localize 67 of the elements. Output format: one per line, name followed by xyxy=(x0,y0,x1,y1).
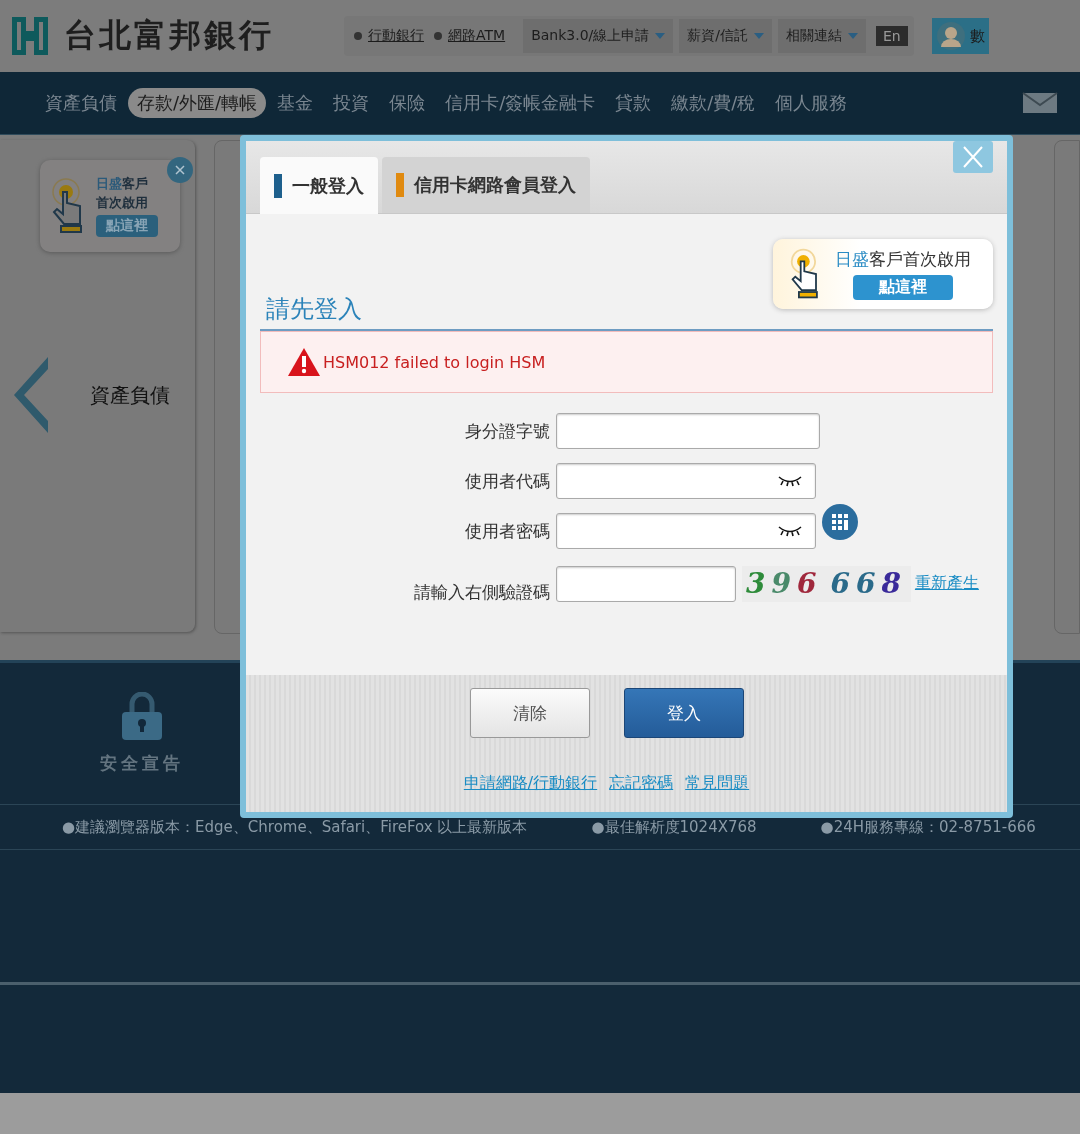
caret-icon xyxy=(754,33,764,39)
nav-item[interactable]: 貸款 xyxy=(606,88,661,118)
captcha-input[interactable] xyxy=(556,565,736,602)
nav-item[interactable]: 繳款/費/稅 xyxy=(662,88,765,118)
account-button[interactable]: 數 xyxy=(931,18,989,54)
caret-icon xyxy=(848,33,858,39)
header-dropdown[interactable]: 薪資/信託 xyxy=(679,19,772,53)
nav-item[interactable]: 存款/外匯/轉帳 xyxy=(128,88,267,118)
nav-item[interactable]: 基金 xyxy=(268,88,323,118)
bullet-icon xyxy=(434,32,442,40)
header-dropdown[interactable]: 相關連結 xyxy=(778,19,866,53)
promo-card[interactable]: 日盛客戶首次啟用 點這裡 xyxy=(773,239,993,309)
nav-item[interactable]: 投資 xyxy=(324,88,379,118)
login-heading: 請先登入 xyxy=(266,294,362,325)
captcha-digit: 3 xyxy=(746,566,766,600)
help-link[interactable]: 申請網路/行動銀行 xyxy=(463,773,598,794)
captcha-digit: 6 xyxy=(796,566,817,600)
warning-icon xyxy=(287,347,321,377)
footer-note: ●24H服務專線：02-8751-666 xyxy=(820,817,1036,837)
header-link[interactable]: 行動銀行 xyxy=(368,27,424,45)
field-label: 身分證字號 xyxy=(464,419,551,443)
header-link[interactable]: 網路ATM xyxy=(448,27,506,45)
promo-text: 日盛客戶首次啟用 xyxy=(835,248,971,271)
eye-closed-icon[interactable] xyxy=(777,475,803,487)
lock-icon xyxy=(120,692,164,740)
nav-item[interactable]: 信用卡/簽帳金融卡 xyxy=(436,88,605,118)
user-icon xyxy=(935,21,966,51)
language-button[interactable]: En xyxy=(876,26,908,46)
promo-button[interactable]: 點這裡 xyxy=(96,215,158,237)
promo-button[interactable]: 點這裡 xyxy=(853,275,953,300)
field-label: 使用者代碼 xyxy=(464,469,551,493)
footer-item-label[interactable]: 安全宣告 xyxy=(100,752,184,775)
input-field[interactable] xyxy=(556,513,816,549)
close-icon[interactable] xyxy=(953,141,993,173)
footer-note: ●建議瀏覽器版本：Edge、Chrome、Safari、FireFox 以上最新版本 xyxy=(62,817,528,837)
login-tab[interactable]: 信用卡網路會員登入 xyxy=(382,157,590,213)
captcha-digit: 8 xyxy=(881,566,901,600)
nav-item[interactable]: 保險 xyxy=(380,88,435,118)
promo-text: 首次啟用 xyxy=(96,194,149,212)
id-number-input[interactable] xyxy=(556,413,820,449)
close-icon[interactable] xyxy=(167,157,193,183)
help-link[interactable]: 忘記密碼 xyxy=(609,773,674,794)
field-label: 使用者密碼 xyxy=(464,519,551,543)
field-label: 請輸入右側驗證碼 xyxy=(413,581,551,604)
input-field[interactable] xyxy=(556,463,816,499)
help-link[interactable]: 常見問題 xyxy=(685,773,750,794)
caret-icon xyxy=(655,33,666,39)
mail-icon[interactable] xyxy=(1022,92,1058,114)
carousel-label: 資產負債 xyxy=(90,381,170,409)
bullet-icon xyxy=(354,32,362,40)
logo-text: 台北富邦銀行 xyxy=(64,15,274,56)
nav-item[interactable]: 個人服務 xyxy=(766,88,857,118)
footer-note: ●最佳解析度1024X768 xyxy=(591,817,757,837)
captcha-digit: 9 xyxy=(771,566,791,600)
header-dropdown[interactable]: Bank3.0/線上申請 xyxy=(523,19,674,53)
promo-card[interactable]: 日盛客戶 首次啟用 點這裡 xyxy=(40,160,180,252)
error-message: HSM012 failed to login HSM xyxy=(323,352,546,372)
login-button[interactable]: 登入 xyxy=(623,688,744,738)
captcha-digit: 6 xyxy=(830,566,850,600)
promo-text: 日盛客戶 xyxy=(96,175,149,193)
captcha-digit: 6 xyxy=(855,566,876,600)
nav-item[interactable]: 資產負債 xyxy=(36,88,126,118)
keypad-icon[interactable] xyxy=(822,504,858,540)
clear-button[interactable]: 清除 xyxy=(469,688,590,738)
refresh-captcha-link[interactable]: 重新產生 xyxy=(914,573,979,594)
login-tab[interactable]: 一般登入 xyxy=(260,157,378,214)
eye-closed-icon[interactable] xyxy=(777,525,803,537)
